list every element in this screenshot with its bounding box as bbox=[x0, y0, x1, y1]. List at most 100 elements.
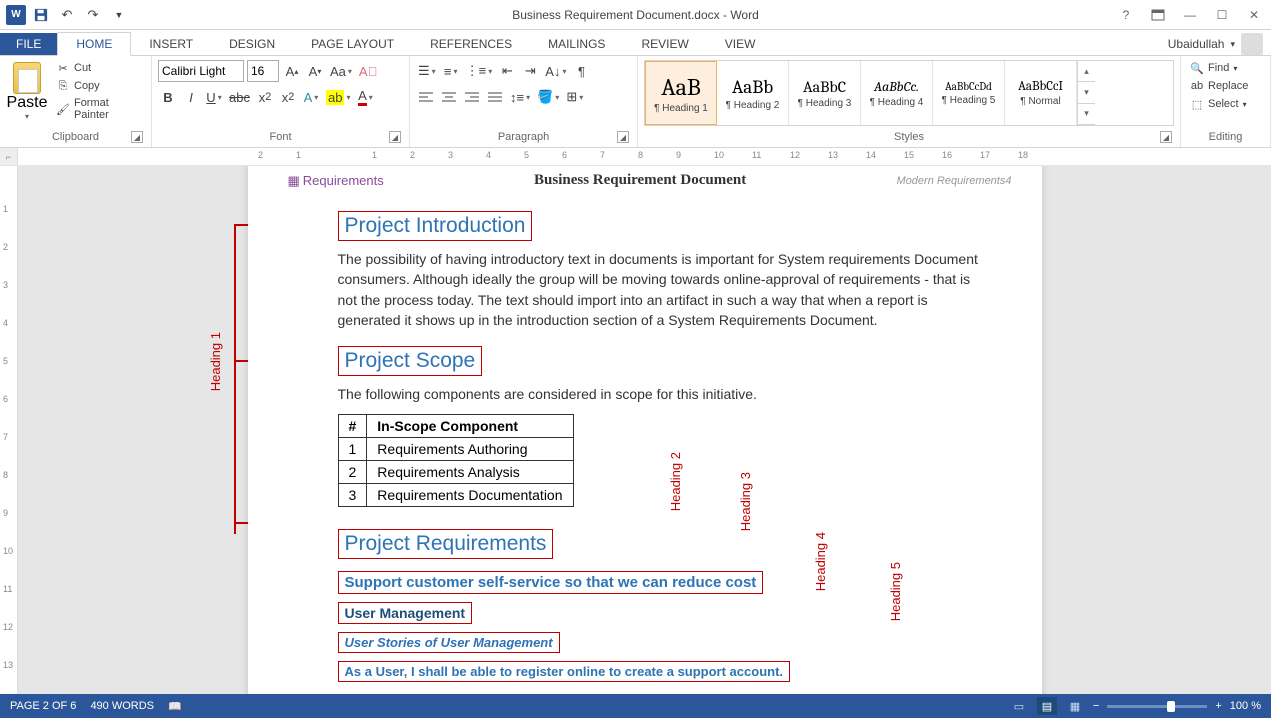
user-account[interactable]: Ubaidullah ▾ bbox=[1168, 33, 1263, 55]
table-row[interactable]: 1Requirements Authoring bbox=[338, 438, 573, 461]
font-color-icon[interactable]: A bbox=[355, 86, 375, 108]
heading-project-introduction[interactable]: Project Introduction bbox=[338, 211, 533, 241]
tab-home[interactable]: HOME bbox=[57, 32, 131, 56]
style--heading-4[interactable]: AaBbCc.¶ Heading 4 bbox=[861, 61, 933, 125]
table-row[interactable]: 2Requirements Analysis bbox=[338, 461, 573, 484]
subscript-icon[interactable]: x2 bbox=[255, 86, 275, 108]
page-indicator[interactable]: PAGE 2 OF 6 bbox=[10, 700, 76, 713]
qat-customize-icon[interactable]: ▼ bbox=[110, 6, 128, 24]
align-right-icon[interactable] bbox=[462, 86, 482, 108]
format-painter-button[interactable]: 🖌Format Painter bbox=[54, 96, 145, 122]
tab-design[interactable]: DESIGN bbox=[211, 33, 293, 55]
bullets-icon[interactable]: ☰ bbox=[416, 60, 438, 82]
underline-icon[interactable]: U bbox=[204, 86, 224, 108]
paragraph-dialog-launcher[interactable]: ◢ bbox=[617, 131, 629, 143]
decrease-indent-icon[interactable]: ⇤ bbox=[497, 60, 517, 82]
line-spacing-icon[interactable]: ↕≡ bbox=[508, 86, 532, 108]
zoom-out-icon[interactable]: − bbox=[1093, 700, 1099, 712]
read-mode-icon[interactable]: ▭ bbox=[1009, 697, 1029, 715]
tab-insert[interactable]: INSERT bbox=[131, 33, 211, 55]
styles-dialog-launcher[interactable]: ◢ bbox=[1160, 131, 1172, 143]
vertical-ruler[interactable]: 12345678910111213 bbox=[0, 166, 18, 710]
cut-button[interactable]: ✂Cut bbox=[54, 60, 145, 76]
font-family-select[interactable] bbox=[158, 60, 244, 82]
tab-review[interactable]: REVIEW bbox=[623, 33, 706, 55]
intro-paragraph[interactable]: The possibility of having introductory t… bbox=[338, 249, 982, 330]
close-icon[interactable]: ✕ bbox=[1243, 4, 1265, 26]
styles-gallery-more[interactable]: ▴▾▾ bbox=[1077, 61, 1095, 125]
strikethrough-icon[interactable]: abc bbox=[227, 86, 252, 108]
tab-mailings[interactable]: MAILINGS bbox=[530, 33, 623, 55]
replace-button[interactable]: abReplace bbox=[1187, 78, 1264, 94]
shrink-font-icon[interactable]: A▾ bbox=[305, 60, 325, 82]
tab-view[interactable]: VIEW bbox=[707, 33, 774, 55]
font-size-select[interactable] bbox=[247, 60, 279, 82]
text-effects-icon[interactable]: A bbox=[301, 86, 321, 108]
minimize-icon[interactable]: — bbox=[1179, 4, 1201, 26]
heading-project-requirements[interactable]: Project Requirements bbox=[338, 529, 554, 559]
tab-page-layout[interactable]: PAGE LAYOUT bbox=[293, 33, 412, 55]
undo-icon[interactable]: ↶ bbox=[58, 6, 76, 24]
zoom-level[interactable]: 100 % bbox=[1230, 700, 1261, 712]
ruler-corner: ⌐ bbox=[0, 148, 18, 165]
document-scroll[interactable]: ▦ Requirements Business Requirement Docu… bbox=[18, 166, 1271, 710]
align-left-icon[interactable] bbox=[416, 86, 436, 108]
find-button[interactable]: 🔍Find ▾ bbox=[1187, 60, 1264, 76]
word-count[interactable]: 490 WORDS bbox=[90, 700, 154, 713]
zoom-in-icon[interactable]: + bbox=[1215, 700, 1221, 712]
ribbon-tabs: FILE HOME INSERT DESIGN PAGE LAYOUT REFE… bbox=[0, 30, 1271, 56]
change-case-icon[interactable]: Aa bbox=[328, 60, 354, 82]
table-row[interactable]: 3Requirements Documentation bbox=[338, 484, 573, 507]
multilevel-list-icon[interactable]: ⋮≡ bbox=[464, 60, 495, 82]
copy-button[interactable]: ⎘Copy bbox=[54, 78, 145, 94]
justify-icon[interactable] bbox=[485, 86, 505, 108]
heading2-support-customer[interactable]: Support customer self-service so that we… bbox=[338, 571, 764, 594]
borders-icon[interactable]: ⊞ bbox=[564, 86, 585, 108]
style--normal[interactable]: AaBbCcI¶ Normal bbox=[1005, 61, 1077, 125]
heading5-register-online[interactable]: As a User, I shall be able to register o… bbox=[338, 661, 791, 682]
select-button[interactable]: ⬚Select ▾ bbox=[1187, 96, 1264, 112]
clipboard-dialog-launcher[interactable]: ◢ bbox=[131, 131, 143, 143]
paste-button[interactable]: Paste ▾ bbox=[6, 60, 48, 123]
scope-intro-text[interactable]: The following components are considered … bbox=[338, 384, 982, 404]
grow-font-icon[interactable]: A▴ bbox=[282, 60, 302, 82]
heading-project-scope[interactable]: Project Scope bbox=[338, 346, 483, 376]
style--heading-1[interactable]: AaB¶ Heading 1 bbox=[645, 61, 717, 125]
style--heading-3[interactable]: AaBbC¶ Heading 3 bbox=[789, 61, 861, 125]
tab-references[interactable]: REFERENCES bbox=[412, 33, 530, 55]
statusbar: PAGE 2 OF 6 490 WORDS 📖 ▭ ▤ ▦ − + 100 % bbox=[0, 694, 1271, 718]
bold-icon[interactable]: B bbox=[158, 86, 178, 108]
align-center-icon[interactable] bbox=[439, 86, 459, 108]
numbering-icon[interactable]: ≡ bbox=[441, 60, 461, 82]
spell-check-icon[interactable]: 📖 bbox=[168, 700, 182, 713]
save-icon[interactable] bbox=[32, 6, 50, 24]
italic-icon[interactable]: I bbox=[181, 86, 201, 108]
redo-icon[interactable]: ↷ bbox=[84, 6, 102, 24]
heading3-user-management[interactable]: User Management bbox=[338, 602, 473, 624]
user-name: Ubaidullah bbox=[1168, 37, 1225, 51]
tab-file[interactable]: FILE bbox=[0, 33, 57, 55]
print-layout-icon[interactable]: ▤ bbox=[1037, 697, 1057, 715]
callout-line bbox=[234, 360, 248, 362]
document-page[interactable]: ▦ Requirements Business Requirement Docu… bbox=[248, 166, 1042, 710]
web-layout-icon[interactable]: ▦ bbox=[1065, 697, 1085, 715]
titlebar: W ↶ ↷ ▼ Business Requirement Document.do… bbox=[0, 0, 1271, 30]
clear-formatting-icon[interactable]: A⃠ bbox=[357, 60, 379, 82]
style--heading-2[interactable]: AaBb¶ Heading 2 bbox=[717, 61, 789, 125]
help-icon[interactable]: ? bbox=[1115, 4, 1137, 26]
superscript-icon[interactable]: x2 bbox=[278, 86, 298, 108]
style--heading-5[interactable]: AaBbCcDd¶ Heading 5 bbox=[933, 61, 1005, 125]
zoom-thumb[interactable] bbox=[1167, 701, 1175, 712]
shading-icon[interactable]: 🪣 bbox=[535, 86, 561, 108]
scope-table[interactable]: # In-Scope Component 1Requirements Autho… bbox=[338, 414, 574, 507]
increase-indent-icon[interactable]: ⇥ bbox=[520, 60, 540, 82]
horizontal-ruler[interactable]: 21123456789101112131415161718 bbox=[18, 148, 1271, 165]
maximize-icon[interactable]: ☐ bbox=[1211, 4, 1233, 26]
ribbon-display-icon[interactable] bbox=[1147, 4, 1169, 26]
show-marks-icon[interactable]: ¶ bbox=[571, 60, 591, 82]
highlight-icon[interactable]: ab bbox=[324, 86, 352, 108]
zoom-slider[interactable] bbox=[1107, 705, 1207, 708]
sort-icon[interactable]: A↓ bbox=[543, 60, 568, 82]
heading4-user-stories[interactable]: User Stories of User Management bbox=[338, 632, 560, 653]
font-dialog-launcher[interactable]: ◢ bbox=[389, 131, 401, 143]
